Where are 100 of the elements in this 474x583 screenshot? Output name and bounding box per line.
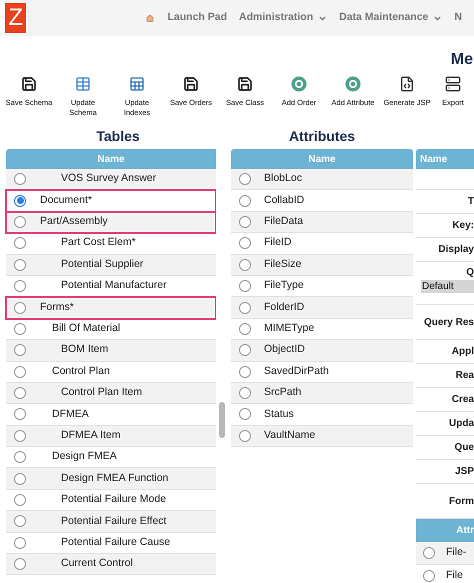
table-name: Part/Assembly <box>39 214 108 230</box>
nav-link[interactable]: Data Maintenance <box>339 10 442 26</box>
radio-button[interactable] <box>14 536 26 549</box>
table-row[interactable]: FolderID <box>231 297 413 319</box>
radio-button[interactable] <box>14 494 26 506</box>
table-row[interactable]: FileSize <box>231 254 413 276</box>
table-row[interactable]: Potential Failure Effect <box>6 511 216 533</box>
radio-button[interactable] <box>14 258 26 271</box>
table-row[interactable]: DFMEA Item <box>6 426 216 448</box>
attribute-name: FileData <box>263 214 304 230</box>
radio-button[interactable] <box>423 547 435 559</box>
table-row[interactable]: FileData <box>231 212 413 234</box>
radio-button[interactable] <box>14 387 26 400</box>
table-row[interactable]: Control Plan Item <box>6 382 216 404</box>
table-row[interactable]: Bill Of Material <box>6 318 216 340</box>
radio-button[interactable] <box>238 216 250 228</box>
page-title: Me <box>450 52 473 68</box>
radio-button[interactable] <box>14 280 26 292</box>
table-row[interactable]: MIMEType <box>231 318 413 340</box>
table-name: Control Plan Item <box>60 385 142 400</box>
table-name: Current Control <box>60 556 133 572</box>
radio-button[interactable] <box>14 344 26 356</box>
attribute-name: FileSize <box>263 256 302 272</box>
radio-button[interactable] <box>14 322 26 335</box>
radio-button[interactable] <box>14 430 26 442</box>
table-row[interactable]: Design FMEA Function <box>6 468 216 490</box>
radio-button[interactable] <box>14 558 26 570</box>
table-name: Potential Failure Effect <box>60 514 166 529</box>
attribute-name: File <box>445 568 463 583</box>
attribute-name: SrcPath <box>263 385 302 400</box>
radio-button[interactable] <box>238 430 250 442</box>
attribute-name: FileID <box>263 235 292 250</box>
column-header: Name <box>231 149 413 169</box>
table-name: Potential Failure Cause <box>60 534 170 550</box>
radio-button[interactable] <box>14 451 26 464</box>
table-row[interactable]: VaultName <box>231 426 413 448</box>
radio-button[interactable] <box>238 280 250 292</box>
radio-button[interactable] <box>14 216 26 228</box>
table-row[interactable]: Part Cost Elem* <box>6 233 216 255</box>
radio-button[interactable] <box>238 302 250 314</box>
table-row[interactable]: Potential Failure Cause <box>6 532 216 554</box>
radio-button[interactable] <box>238 322 250 335</box>
nav-link[interactable]: Launch Pad <box>168 10 228 26</box>
field-label: Rea <box>456 369 474 383</box>
table-icon <box>129 76 145 92</box>
radio-button[interactable] <box>14 366 26 378</box>
radio-button[interactable] <box>14 515 26 528</box>
table-row[interactable]: VOS Survey Answer <box>6 169 216 190</box>
radio-button[interactable] <box>14 173 26 186</box>
field-label: Upda <box>449 417 474 431</box>
radio-button[interactable] <box>423 570 435 582</box>
radio-button[interactable] <box>238 258 250 271</box>
nav-link[interactable]: N <box>454 10 462 26</box>
radio-button[interactable] <box>238 344 250 356</box>
attribute-name: MIMEType <box>263 321 314 336</box>
table-row[interactable]: Potential Supplier <box>6 254 216 276</box>
select-field[interactable]: Default <box>421 280 474 293</box>
attribute-name: VaultName <box>263 428 316 443</box>
caret-icon <box>318 14 328 22</box>
field-label: Q <box>466 266 474 280</box>
radio-button[interactable] <box>238 173 250 186</box>
logo[interactable]: Z <box>5 3 26 33</box>
table-icon <box>75 76 91 92</box>
table-row[interactable]: Part/Assembly <box>6 212 216 234</box>
radio-button[interactable] <box>238 237 250 250</box>
table-name: Control Plan <box>51 364 110 379</box>
field-label: Query Res <box>424 316 474 330</box>
table-row[interactable]: Current Control <box>6 554 216 576</box>
table-row[interactable]: BlobLoc <box>231 169 413 190</box>
table-row[interactable]: SavedDirPath <box>231 362 413 383</box>
table-row[interactable]: Document* <box>6 190 216 212</box>
table-row[interactable]: SrcPath <box>231 382 413 404</box>
caret-icon <box>433 14 442 22</box>
radio-button[interactable] <box>238 387 250 400</box>
radio-button[interactable] <box>238 194 250 207</box>
table-row[interactable]: Control Plan <box>6 362 216 383</box>
table-name: Bill Of Material <box>51 321 120 336</box>
attribute-name: Status <box>263 406 294 422</box>
table-row[interactable]: ObjectID <box>231 340 413 362</box>
server-icon <box>445 76 461 92</box>
table-name: BOM Item <box>60 342 108 358</box>
attribute-name: File- <box>445 545 466 560</box>
table-name: Potential Manufacturer <box>60 278 167 294</box>
table-name: Part Cost Elem* <box>60 235 136 250</box>
radio-button[interactable] <box>14 408 26 420</box>
radio-button[interactable] <box>14 237 26 250</box>
radio-button[interactable] <box>14 302 26 314</box>
table-name: Potential Supplier <box>60 256 144 272</box>
radio-button[interactable] <box>14 194 26 207</box>
table-name: Potential Failure Mode <box>60 492 166 508</box>
table-name: VOS Survey Answer <box>60 171 156 186</box>
table-row[interactable]: Forms* <box>6 297 216 319</box>
field-label: Form <box>449 494 474 508</box>
table-row[interactable]: BOM Item <box>6 340 216 362</box>
radio-button[interactable] <box>238 408 250 420</box>
radio-button[interactable] <box>238 366 250 378</box>
column-header: Name <box>416 149 474 169</box>
nav-link[interactable]: Administration <box>239 10 328 26</box>
field-label: T <box>468 195 474 209</box>
radio-button[interactable] <box>14 472 26 485</box>
